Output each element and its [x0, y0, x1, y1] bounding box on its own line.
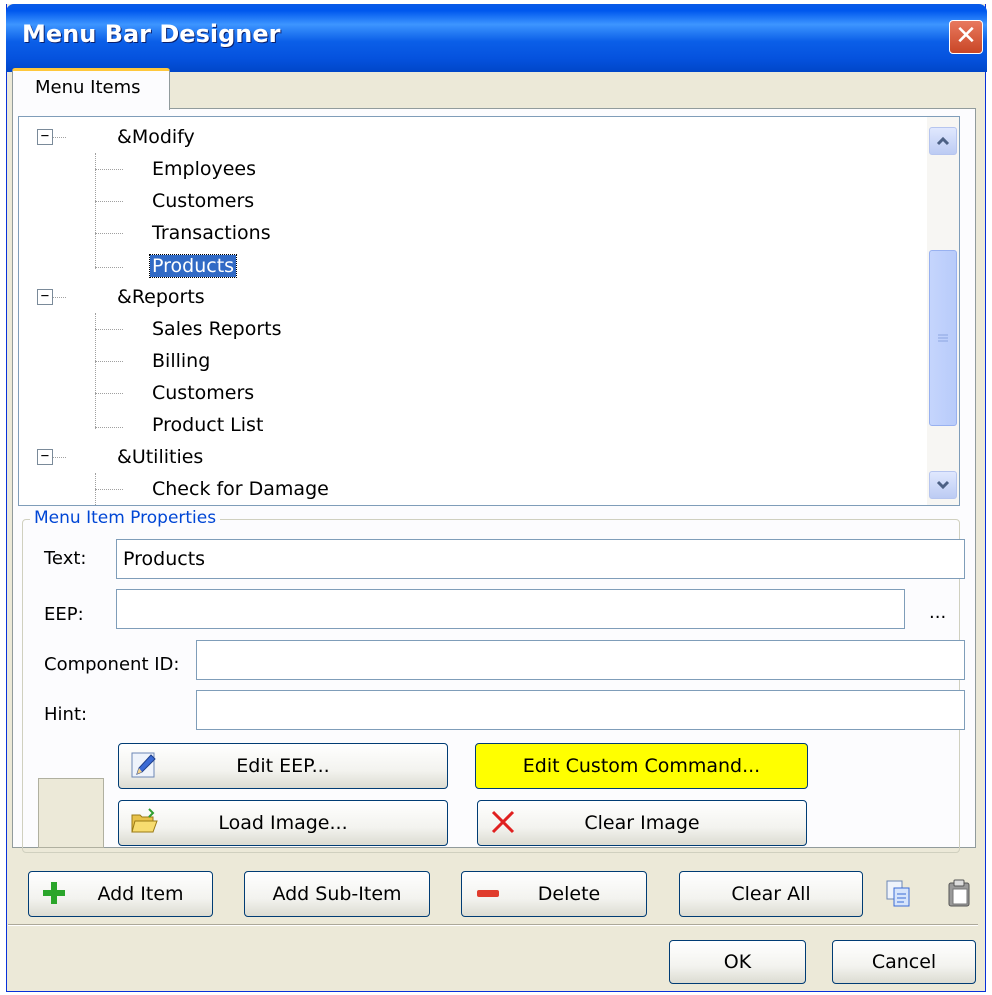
tree-connector: [95, 153, 96, 269]
scroll-thumb[interactable]: [929, 250, 957, 426]
clear-all-label: Clear All: [731, 883, 811, 905]
hint-field[interactable]: [196, 690, 965, 730]
cancel-button[interactable]: Cancel: [832, 940, 976, 984]
image-preview: [38, 778, 104, 848]
tree-node-label: Transactions: [152, 222, 271, 244]
eep-field[interactable]: [116, 589, 905, 629]
tree-node-utilities[interactable]: &Utilities: [115, 443, 205, 473]
tree-node-label: Customers: [152, 190, 255, 212]
tree-node-employees[interactable]: Employees: [150, 155, 258, 185]
tree-node-billing[interactable]: Billing: [150, 347, 212, 377]
edit-custom-command-button[interactable]: Edit Custom Command...: [475, 743, 808, 789]
clear-all-button[interactable]: Clear All: [679, 871, 863, 917]
tree-node-label: Customers: [152, 382, 255, 404]
tree-connector: [95, 233, 123, 234]
cancel-label: Cancel: [871, 951, 937, 973]
tree-connector: [95, 393, 123, 394]
tree-node-label: &Modify: [117, 126, 195, 148]
edit-eep-button[interactable]: Edit EEP...: [118, 743, 448, 789]
edit-pencil-icon: [131, 752, 156, 778]
tree-node-check-for-damage[interactable]: Check for Damage: [150, 475, 331, 505]
add-item-label: Add Item: [97, 883, 184, 905]
edit-eep-label: Edit EEP...: [236, 755, 330, 777]
eep-label: EEP:: [44, 604, 84, 625]
tree-node-label: Products: [148, 254, 238, 278]
copy-icon[interactable]: [884, 878, 912, 908]
tree-node-label: Employees: [152, 158, 256, 180]
text-field[interactable]: Products: [116, 539, 965, 579]
green-plus-icon: [43, 882, 65, 904]
scroll-up-button[interactable]: [929, 127, 957, 155]
chevron-down-icon: [936, 480, 950, 490]
chevron-up-icon: [936, 136, 950, 146]
tree-node-reports[interactable]: &Reports: [115, 283, 207, 313]
tree-connector: [52, 137, 66, 138]
tree-connector: [95, 361, 123, 362]
tree-connector: [95, 169, 123, 170]
tree-connector: [95, 329, 123, 330]
tree-node-customers[interactable]: Customers: [150, 187, 256, 217]
tree-node-label: Sales Reports: [152, 318, 282, 340]
add-sub-item-label: Add Sub-Item: [272, 883, 402, 905]
eep-browse-button[interactable]: ...: [929, 602, 946, 623]
add-item-button[interactable]: Add Item: [28, 871, 213, 917]
tree-connector: [95, 313, 96, 429]
ok-label: OK: [723, 951, 752, 973]
clear-image-button[interactable]: Clear Image: [477, 800, 807, 846]
window-title: Menu Bar Designer: [22, 20, 281, 48]
collapse-toggle-utilities[interactable]: −: [37, 449, 53, 465]
red-x-icon: [491, 810, 515, 834]
load-image-button[interactable]: Load Image...: [118, 800, 448, 846]
ok-button[interactable]: OK: [669, 940, 806, 984]
load-image-label: Load Image...: [218, 812, 348, 834]
clear-image-label: Clear Image: [584, 812, 700, 834]
tree-node-label: &Utilities: [117, 446, 204, 468]
properties-group-legend: Menu Item Properties: [30, 508, 221, 528]
text-label: Text:: [44, 548, 87, 569]
collapse-toggle-modify[interactable]: −: [37, 129, 53, 145]
menu-tree-view[interactable]: − − − &Modify Employees Customers Transa…: [18, 116, 960, 506]
tree-node-label: Billing: [152, 350, 211, 372]
delete-label: Delete: [537, 883, 601, 905]
red-minus-icon: [477, 890, 499, 897]
tab-menu-items[interactable]: Menu Items: [12, 68, 170, 110]
title-bar[interactable]: Menu Bar Designer ✕: [6, 4, 987, 72]
tree-node-sales-reports[interactable]: Sales Reports: [150, 315, 284, 345]
tree-connector: [52, 457, 66, 458]
scroll-down-button[interactable]: [929, 471, 957, 499]
separator: [8, 924, 978, 926]
tree-node-label: Product List: [152, 414, 264, 436]
tree-vertical-scrollbar[interactable]: [927, 117, 959, 505]
tree-connector: [95, 267, 123, 268]
collapse-toggle-reports[interactable]: −: [37, 289, 53, 305]
tree-node-transactions[interactable]: Transactions: [150, 219, 273, 249]
open-folder-icon: [131, 808, 158, 833]
tree-connector: [52, 297, 66, 298]
tree-connector: [95, 427, 123, 428]
tree-node-products[interactable]: Products: [148, 252, 238, 282]
tree-node-customers-report[interactable]: Customers: [150, 379, 256, 409]
tree-node-label: &Reports: [117, 286, 205, 308]
tree-node-modify[interactable]: &Modify: [115, 123, 197, 153]
tree-node-product-list[interactable]: Product List: [150, 411, 265, 441]
hint-label: Hint:: [44, 704, 88, 725]
close-button[interactable]: ✕: [949, 20, 983, 54]
tree-connector: [95, 201, 123, 202]
component-id-field[interactable]: [196, 640, 965, 680]
grip-icon: [938, 334, 948, 342]
delete-button[interactable]: Delete: [461, 871, 647, 917]
component-id-label: Component ID:: [44, 654, 180, 675]
edit-custom-command-label: Edit Custom Command...: [522, 755, 761, 777]
add-sub-item-button[interactable]: Add Sub-Item: [244, 871, 430, 917]
tree-node-label: Check for Damage: [152, 478, 329, 500]
paste-icon[interactable]: [945, 878, 973, 908]
tree-connector: [95, 489, 123, 490]
